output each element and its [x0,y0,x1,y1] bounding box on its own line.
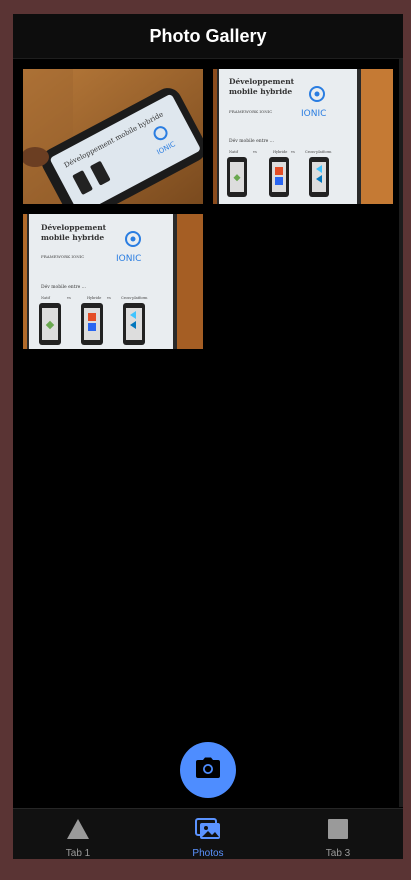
svg-text:Développement: Développement [41,223,107,232]
svg-text:FRAMEWORK IONIC: FRAMEWORK IONIC [229,109,272,114]
svg-text:Dév mobile entre ...: Dév mobile entre ... [229,137,275,144]
photo-gallery-content[interactable]: Développement mobile hybride IONIC Dével… [13,59,403,807]
tab-bar: Tab 1 Photos Tab 3 [13,808,403,859]
square-icon [327,818,349,845]
page-title: Photo Gallery [149,25,267,46]
take-photo-button[interactable] [180,742,236,798]
svg-text:vs: vs [106,296,111,300]
photo-thumbnail-2[interactable]: Développement mobile hybride FRAMEWORK I… [213,69,393,204]
svg-text:Cross-platform: Cross-platform [305,150,332,154]
tab-photos[interactable]: Photos [143,809,273,859]
svg-text:vs: vs [66,296,71,300]
photo-thumbnail-1[interactable]: Développement mobile hybride IONIC [23,69,203,204]
app-screen: Photo Gallery Développement mobile hybri… [13,14,403,859]
svg-text:IONIC: IONIC [301,109,326,119]
svg-text:vs: vs [252,150,257,154]
svg-text:FRAMEWORK IONIC: FRAMEWORK IONIC [41,254,84,259]
svg-text:mobile hybride: mobile hybride [229,87,292,96]
photo-2-image: Développement mobile hybride FRAMEWORK I… [213,69,393,204]
camera-icon [195,757,221,784]
svg-text:mobile hybride: mobile hybride [41,233,104,242]
images-icon [195,818,221,845]
svg-text:vs: vs [290,150,295,154]
tab-tab1-label: Tab 1 [65,848,91,859]
scrollbar[interactable] [399,59,403,807]
tab-tab3-label: Tab 3 [325,848,351,859]
svg-text:Natif: Natif [41,296,51,300]
triangle-icon [66,818,90,845]
header-toolbar: Photo Gallery [13,14,403,59]
svg-text:Dév mobile entre ...: Dév mobile entre ... [41,283,87,290]
svg-text:Natif: Natif [229,150,239,154]
svg-text:IONIC: IONIC [116,254,141,264]
svg-text:Hybride: Hybride [87,296,101,300]
photo-3-image: Développement mobile hybride FRAMEWORK I… [23,214,203,349]
tab-photos-label: Photos [192,848,224,859]
svg-text:Hybride: Hybride [273,150,287,154]
photo-1-image: Développement mobile hybride IONIC [23,69,203,204]
photo-thumbnail-3[interactable]: Développement mobile hybride FRAMEWORK I… [23,214,203,349]
svg-text:Développement: Développement [229,77,295,86]
tab-tab3[interactable]: Tab 3 [273,809,403,859]
svg-text:Cross-platform: Cross-platform [121,296,148,300]
tab-tab1[interactable]: Tab 1 [13,809,143,859]
